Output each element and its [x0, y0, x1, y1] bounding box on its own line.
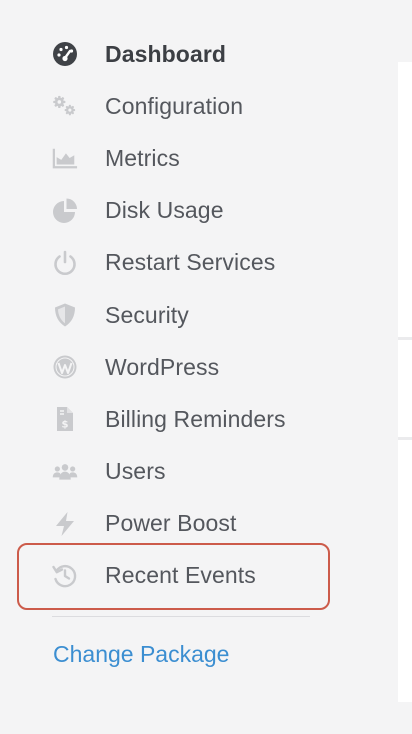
- sidebar-item-disk-usage[interactable]: Disk Usage: [0, 185, 398, 237]
- sidebar-item-label: Billing Reminders: [105, 405, 286, 432]
- history-icon: [52, 563, 78, 589]
- sidebar-item-label: Configuration: [105, 92, 244, 119]
- shield-icon: [52, 302, 78, 328]
- sidebar-item-recent-events[interactable]: Recent Events: [0, 550, 398, 602]
- dashboard-gauge-icon: [52, 41, 78, 67]
- content-divider: [398, 337, 412, 340]
- power-icon: [52, 250, 78, 276]
- lightning-bolt-icon: [52, 511, 78, 537]
- sidebar-item-restart-services[interactable]: Restart Services: [0, 237, 398, 289]
- sidebar-item-users[interactable]: Users: [0, 446, 398, 498]
- sidebar-item-label: Metrics: [105, 144, 180, 171]
- content-divider: [398, 437, 412, 440]
- sidebar-item-label: Security: [105, 301, 189, 328]
- sidebar-divider: [52, 616, 310, 617]
- sidebar-item-label: Users: [105, 458, 166, 485]
- invoice-dollar-icon: $: [52, 406, 78, 432]
- pie-chart-icon: [52, 198, 78, 224]
- sidebar-item-label: Restart Services: [105, 249, 276, 276]
- sidebar-item-security[interactable]: Security: [0, 289, 398, 341]
- sidebar-nav: Dashboard Configuration Metrics Disk Usa…: [0, 28, 398, 602]
- sidebar-item-label: Recent Events: [105, 562, 256, 589]
- sidebar-item-power-boost[interactable]: Power Boost: [0, 498, 398, 550]
- sidebar-item-billing-reminders[interactable]: $ Billing Reminders: [0, 393, 398, 445]
- sidebar-item-wordpress[interactable]: WordPress: [0, 341, 398, 393]
- sidebar-item-label: WordPress: [105, 353, 220, 380]
- area-chart-icon: [52, 145, 78, 171]
- main-content-panel: [398, 62, 412, 702]
- svg-text:$: $: [62, 420, 69, 431]
- sidebar-item-label: Power Boost: [105, 510, 237, 537]
- sidebar-item-configuration[interactable]: Configuration: [0, 80, 398, 132]
- users-icon: [52, 459, 78, 485]
- wordpress-icon: [52, 354, 78, 380]
- change-package-link[interactable]: Change Package: [53, 641, 229, 668]
- sidebar-item-dashboard[interactable]: Dashboard: [0, 28, 398, 80]
- sidebar-item-label: Disk Usage: [105, 197, 224, 224]
- sidebar-item-label: Dashboard: [105, 40, 227, 67]
- gears-icon: [52, 93, 78, 119]
- sidebar-item-metrics[interactable]: Metrics: [0, 132, 398, 184]
